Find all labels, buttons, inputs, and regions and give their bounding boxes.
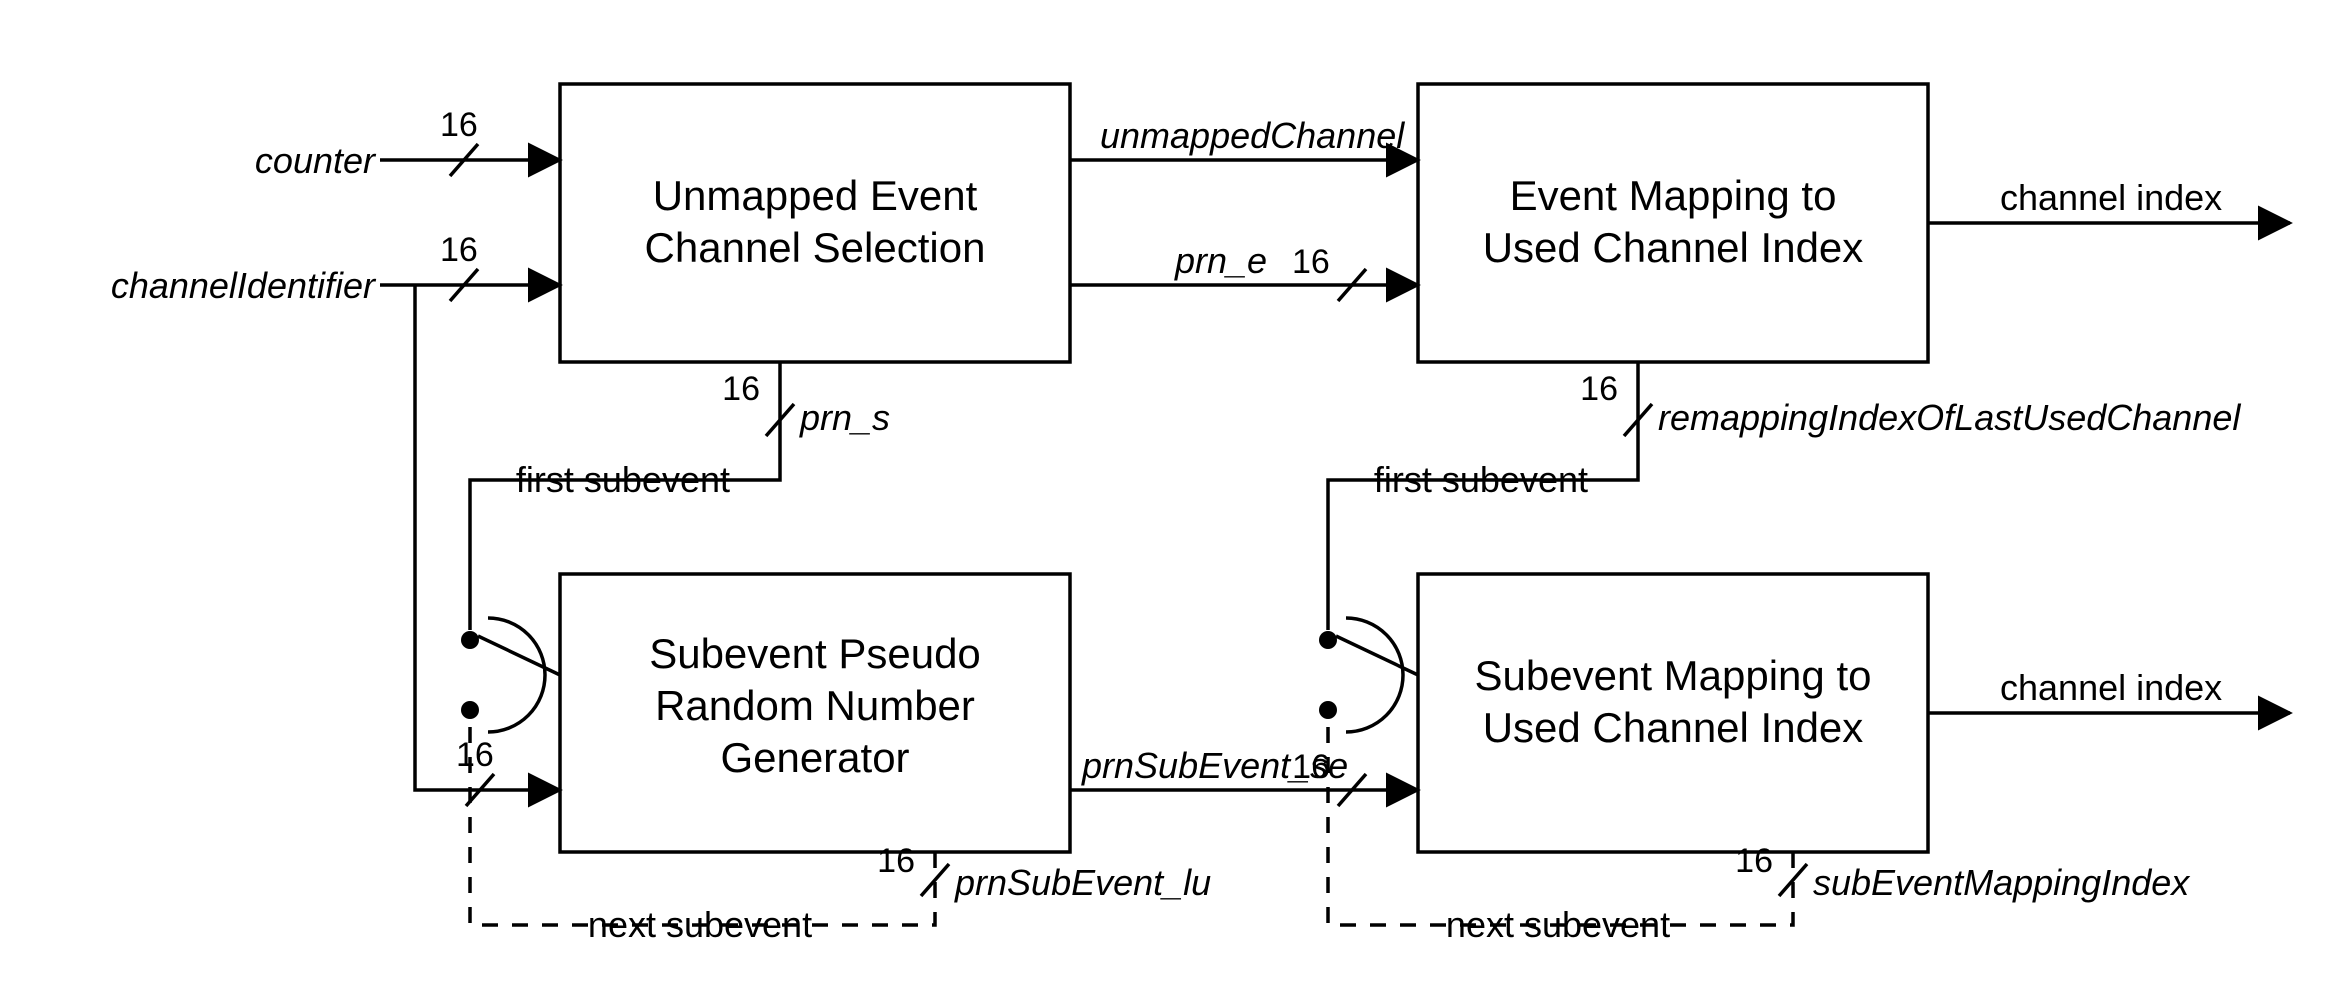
channelid-bottom-width: 16	[456, 736, 494, 774]
firstsubevent1-label: first subevent	[516, 459, 730, 500]
subevent-prng-line2: Random Number	[655, 682, 975, 729]
subevent-prng-line1: Subevent Pseudo	[649, 630, 981, 677]
prns-label: prn_s	[799, 397, 890, 438]
prne-width: 16	[1292, 243, 1330, 281]
remapidx-width: 16	[1580, 370, 1618, 408]
prnsubevent-lu-label: prnSubEvent_lu	[954, 862, 1211, 903]
submap-switch-top-contact	[1319, 631, 1337, 649]
prnsubevent-lu-width: 16	[877, 842, 915, 880]
prng-switch-top-contact	[461, 631, 479, 649]
prng-switch-bottom-contact	[461, 701, 479, 719]
submap-switch-pole	[1336, 636, 1418, 675]
event-mapping-box	[1418, 84, 1928, 362]
nextsubevent1-label: next subevent	[588, 904, 812, 945]
firstsubevent2-label: first subevent	[1374, 459, 1588, 500]
counter-label: counter	[255, 140, 377, 181]
channelindex1-label: channel index	[2000, 177, 2222, 218]
channelid-drop-wire	[415, 285, 560, 790]
unmapped-event-channel-selection-box	[560, 84, 1070, 362]
event-mapping-line1: Event Mapping to	[1510, 172, 1837, 219]
submap-switch-arc	[1346, 618, 1403, 732]
subevent-mapping-line1: Subevent Mapping to	[1475, 652, 1872, 699]
prns-width: 16	[722, 370, 760, 408]
prng-switch-arc	[488, 618, 545, 732]
prnsubevent-se-width: 16	[1292, 748, 1330, 786]
prne-label: prn_e	[1174, 240, 1267, 281]
channelindex2-label: channel index	[2000, 667, 2222, 708]
subevent-mapping-line2: Used Channel Index	[1483, 704, 1864, 751]
event-mapping-line2: Used Channel Index	[1483, 224, 1864, 271]
unmapped-block-line1: Unmapped Event	[653, 172, 978, 219]
subevent-prng-line3: Generator	[720, 734, 909, 781]
unmapped-block-line2: Channel Selection	[645, 224, 986, 271]
remapidx-label: remappingIndexOfLastUsedChannel	[1658, 397, 2241, 438]
channelid-width: 16	[440, 231, 478, 269]
subeventmappingindex-width: 16	[1735, 842, 1773, 880]
prng-switch-pole	[478, 636, 560, 675]
channelid-label: channelIdentifier	[111, 265, 377, 306]
unmappedchannel-label: unmappedChannel	[1100, 115, 1405, 156]
subeventmappingindex-label: subEventMappingIndex	[1813, 862, 2191, 903]
counter-width: 16	[440, 106, 478, 144]
submap-switch-bottom-contact	[1319, 701, 1337, 719]
block-diagram: Unmapped Event Channel Selection Event M…	[0, 0, 2346, 998]
nextsubevent2-label: next subevent	[1446, 904, 1670, 945]
